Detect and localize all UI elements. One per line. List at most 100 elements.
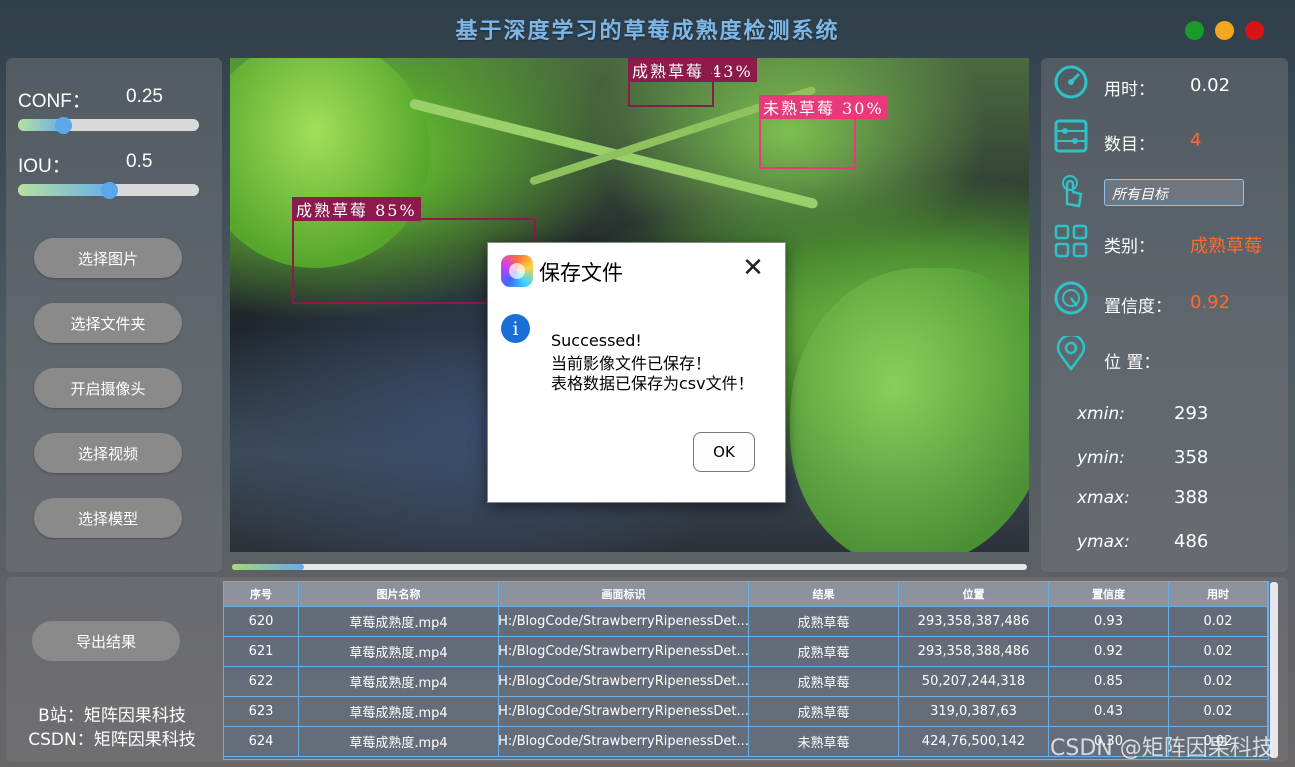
table-cell: H:/BlogCode/StrawberryRipenessDet... <box>499 637 749 666</box>
table-row[interactable]: 623 草莓成熟度.mp4 H:/BlogCode/StrawberryRipe… <box>224 697 1268 727</box>
table-cell: 成熟草莓 <box>749 697 899 726</box>
table-cell: 0.93 <box>1049 607 1169 636</box>
ymin-value: 358 <box>1174 447 1209 468</box>
column-header[interactable]: 序号 <box>224 582 299 606</box>
abacus-icon <box>1053 118 1089 154</box>
iou-slider[interactable] <box>18 182 199 199</box>
detection-box <box>759 116 856 169</box>
iou-label: IOU： <box>18 156 71 177</box>
select-folder-button[interactable]: 选择文件夹 <box>34 303 182 343</box>
xmax-label: xmax: <box>1077 488 1130 508</box>
speedometer-icon <box>1053 64 1089 100</box>
table-cell: H:/BlogCode/StrawberryRipenessDet... <box>499 697 749 726</box>
table-row[interactable]: 620 草莓成熟度.mp4 H:/BlogCode/StrawberryRipe… <box>224 607 1268 637</box>
table-cell: 草莓成熟度.mp4 <box>299 607 499 636</box>
credit-csdn: CSDN：矩阵因果科技 <box>28 730 196 750</box>
table-cell: 50,207,244,318 <box>899 667 1049 696</box>
info-panel: 用时： 0.02 数目： 4 所有目标 类别： 成熟草莓 置信度： 0.92 位… <box>1041 58 1288 572</box>
position-label: 位 置： <box>1104 353 1161 373</box>
app-logo-icon <box>501 255 533 287</box>
xmax-value: 388 <box>1174 487 1209 508</box>
select-video-button[interactable]: 选择视频 <box>34 433 182 473</box>
column-header[interactable]: 用时 <box>1169 582 1268 606</box>
conf-slider[interactable] <box>18 117 199 134</box>
table-cell: 624 <box>224 727 299 756</box>
table-cell: 0.92 <box>1049 637 1169 666</box>
table-cell: H:/BlogCode/StrawberryRipenessDet... <box>499 667 749 696</box>
dialog-message-line3: 表格数据已保存为csv文件！ <box>551 374 754 393</box>
table-cell: 草莓成熟度.mp4 <box>299 697 499 726</box>
table-header: 序号 图片名称 画面标识 结果 位置 置信度 用时 <box>224 582 1268 607</box>
count-value: 4 <box>1190 130 1202 151</box>
dialog-message-line1: Successed! <box>551 331 642 350</box>
table-row[interactable]: 622 草莓成熟度.mp4 H:/BlogCode/StrawberryRipe… <box>224 667 1268 697</box>
table-cell: 0.43 <box>1049 697 1169 726</box>
table-cell: 0.02 <box>1169 697 1268 726</box>
table-cell: 成熟草莓 <box>749 607 899 636</box>
xmin-label: xmin: <box>1077 404 1125 424</box>
table-row[interactable]: 621 草莓成熟度.mp4 H:/BlogCode/StrawberryRipe… <box>224 637 1268 667</box>
table-cell: 成熟草莓 <box>749 667 899 696</box>
iou-slider-handle[interactable] <box>100 182 118 199</box>
table-cell: 623 <box>224 697 299 726</box>
control-panel: CONF： 0.25 IOU： 0.5 选择图片 选择文件夹 开启摄像头 选择视… <box>6 58 222 572</box>
dialog-close-icon[interactable]: ✕ <box>741 255 765 281</box>
open-camera-button[interactable]: 开启摄像头 <box>34 368 182 408</box>
credit-bilibili: B站：矩阵因果科技 <box>38 706 186 726</box>
confidence-value: 0.92 <box>1190 292 1231 313</box>
count-label: 数目： <box>1104 135 1155 155</box>
table-cell: 622 <box>224 667 299 696</box>
table-cell: 草莓成熟度.mp4 <box>299 667 499 696</box>
video-progress-fill <box>232 564 304 570</box>
tap-icon <box>1053 174 1089 210</box>
table-cell: 293,358,387,486 <box>899 607 1049 636</box>
iou-value: 0.5 <box>126 151 153 172</box>
conf-label: CONF： <box>18 91 91 112</box>
table-cell: 草莓成熟度.mp4 <box>299 637 499 666</box>
gauge-icon <box>1053 280 1089 316</box>
minimize-button[interactable] <box>1185 21 1204 40</box>
detection-box <box>628 58 714 107</box>
ok-button[interactable]: OK <box>693 432 755 472</box>
table-cell: 0.02 <box>1169 607 1268 636</box>
title-bar: 基于深度学习的草莓成熟度检测系统 <box>0 0 1295 58</box>
column-header[interactable]: 图片名称 <box>299 582 499 606</box>
table-cell: 319,0,387,63 <box>899 697 1049 726</box>
table-cell: 621 <box>224 637 299 666</box>
leaf-shape <box>790 268 1029 552</box>
table-cell: 620 <box>224 607 299 636</box>
column-header[interactable]: 画面标识 <box>499 582 749 606</box>
time-label: 用时： <box>1104 80 1155 100</box>
table-cell: H:/BlogCode/StrawberryRipenessDet... <box>499 727 749 756</box>
target-select[interactable]: 所有目标 <box>1104 179 1244 206</box>
location-pin-icon <box>1053 333 1089 372</box>
select-image-button[interactable]: 选择图片 <box>34 238 182 278</box>
close-button[interactable] <box>1245 21 1264 40</box>
category-grid-icon <box>1053 223 1089 259</box>
watermark: CSDN @矩阵因果科技 <box>1050 736 1274 761</box>
table-cell: 草莓成熟度.mp4 <box>299 727 499 756</box>
table-cell: 0.85 <box>1049 667 1169 696</box>
save-file-dialog: 保存文件 ✕ i Successed! 当前影像文件已保存！ 表格数据已保存为c… <box>487 242 786 503</box>
conf-slider-handle[interactable] <box>55 117 73 134</box>
dialog-title: 保存文件 <box>539 261 623 285</box>
ymin-label: ymin: <box>1077 448 1125 468</box>
video-progress-bar[interactable] <box>232 564 1027 570</box>
ymax-label: ymax: <box>1077 532 1130 552</box>
table-cell: 未熟草莓 <box>749 727 899 756</box>
column-header[interactable]: 位置 <box>899 582 1049 606</box>
column-header[interactable]: 结果 <box>749 582 899 606</box>
info-icon: i <box>501 314 530 343</box>
confidence-label: 置信度： <box>1104 297 1172 317</box>
export-results-button[interactable]: 导出结果 <box>32 621 180 661</box>
select-model-button[interactable]: 选择模型 <box>34 498 182 538</box>
maximize-button[interactable] <box>1215 21 1234 40</box>
conf-value: 0.25 <box>126 86 163 107</box>
table-cell: H:/BlogCode/StrawberryRipenessDet... <box>499 607 749 636</box>
column-header[interactable]: 置信度 <box>1049 582 1169 606</box>
table-cell: 0.02 <box>1169 667 1268 696</box>
table-cell: 293,358,388,486 <box>899 637 1049 666</box>
iou-slider-fill <box>18 184 109 196</box>
time-value: 0.02 <box>1190 75 1231 96</box>
table-cell: 0.02 <box>1169 637 1268 666</box>
